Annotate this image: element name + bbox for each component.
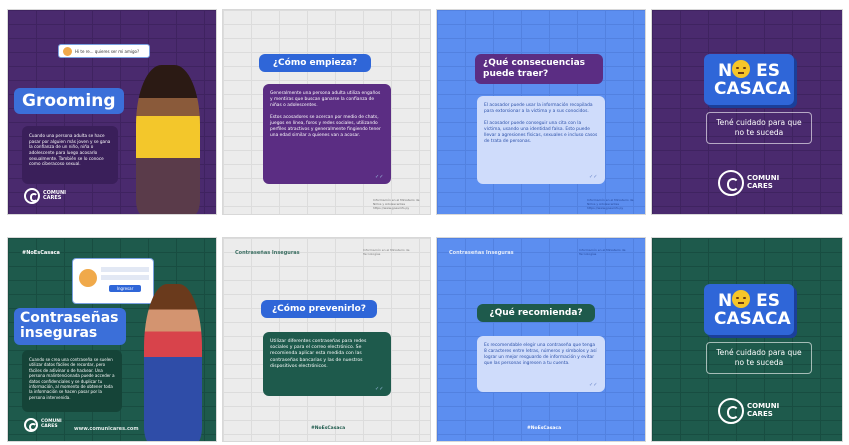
- double-check-icon: ✓✓: [375, 386, 384, 392]
- username-field: [101, 267, 149, 272]
- avatar: [63, 46, 72, 56]
- warning-text: Tené cuidado para que no te suceda: [706, 342, 812, 374]
- como-prevenirlo-body: Utilizar diferentes contraseñas para red…: [263, 332, 391, 396]
- boy-illustration: [144, 284, 202, 441]
- como-empieza-body: Generalmente una persona adulta utiliza …: [263, 84, 391, 184]
- password-field: [101, 275, 149, 280]
- avatar: [79, 269, 97, 287]
- como-prevenirlo-title: ¿Cómo prevenirlo?: [261, 300, 377, 318]
- hashtag: #NoEsCasaca: [22, 250, 60, 256]
- no-es-casaca-banner: N ES CASACA: [704, 54, 794, 105]
- tile-como-prevenirlo[interactable]: Contraseñas Inseguras Información en el …: [222, 237, 431, 442]
- tile-contrasenas[interactable]: #NoEsCasaca Ingresar Contraseñas insegur…: [7, 237, 217, 442]
- hashtag: #NoEsCasaca: [311, 426, 346, 431]
- contrasenas-body: Cuando se crea una contraseña se suelen …: [22, 350, 122, 412]
- grooming-body: Cuando una persona adulta se hace pasar …: [22, 126, 118, 184]
- header-source: Información en el Ministerio de Tecnolog…: [363, 248, 410, 256]
- header-title: Contraseñas Inseguras: [449, 250, 514, 256]
- recomienda-body: Es recomendable elegir una contraseña qu…: [477, 336, 605, 392]
- contrasenas-title: Contraseñas inseguras: [14, 308, 126, 345]
- consecuencias-title: ¿Qué consecuencias puede traer?: [475, 54, 603, 84]
- comunicares-logo: COMUNI CARES: [24, 418, 62, 432]
- comunicares-logo: COMUNI CARES: [718, 170, 779, 196]
- header-title: Contraseñas Inseguras: [235, 250, 300, 256]
- source-footer: Información en el Ministerio de Niños y …: [587, 198, 634, 210]
- chat-text: Hi te re... quieres ser mi amigo?: [75, 48, 140, 54]
- tile-consecuencias[interactable]: ¿Qué consecuencias puede traer? El acosa…: [436, 9, 646, 215]
- login-card: Ingresar: [72, 258, 154, 304]
- grooming-title: Grooming: [14, 88, 124, 114]
- image-grid: Hi te re... quieres ser mi amigo? Groomi…: [0, 0, 849, 445]
- login-button: Ingresar: [109, 285, 141, 292]
- hashtag: #NoEsCasaca: [527, 426, 562, 431]
- comunicares-logo: COMUNI CARES: [718, 398, 779, 424]
- worried-face-icon: [732, 290, 751, 308]
- source-footer: Información en el Ministerio de Niños y …: [373, 198, 420, 210]
- website: www.comunicares.com: [74, 426, 139, 432]
- no-es-casaca-banner: N ES CASACA: [704, 284, 794, 335]
- chat-bubble: Hi te re... quieres ser mi amigo?: [58, 44, 150, 58]
- tile-no-es-casaca-2[interactable]: N ES CASACA Tené cuidado para que no te …: [651, 237, 843, 442]
- consecuencias-body: El acosador puede usar la información re…: [477, 96, 605, 184]
- girl-illustration: [136, 65, 200, 214]
- logo-icon: [24, 188, 40, 204]
- logo-icon: [718, 170, 744, 196]
- logo-icon: [24, 418, 38, 432]
- worried-face-icon: [732, 60, 751, 78]
- tile-grooming[interactable]: Hi te re... quieres ser mi amigo? Groomi…: [7, 9, 217, 215]
- tile-como-empieza[interactable]: ¿Cómo empieza? Generalmente una persona …: [222, 9, 431, 215]
- tile-recomienda[interactable]: Contraseñas Inseguras Información en el …: [436, 237, 646, 442]
- como-empieza-title: ¿Cómo empieza?: [259, 54, 371, 72]
- double-check-icon: ✓✓: [589, 382, 598, 388]
- tile-no-es-casaca-1[interactable]: N ES CASACA Tené cuidado para que no te …: [651, 9, 843, 215]
- comunicares-logo: COMUNI CARES: [24, 188, 66, 204]
- warning-text: Tené cuidado para que no te suceda: [706, 112, 812, 144]
- logo-icon: [718, 398, 744, 424]
- header-source: Información en el Ministerio de Tecnolog…: [579, 248, 626, 256]
- recomienda-title: ¿Qué recomienda?: [477, 304, 595, 322]
